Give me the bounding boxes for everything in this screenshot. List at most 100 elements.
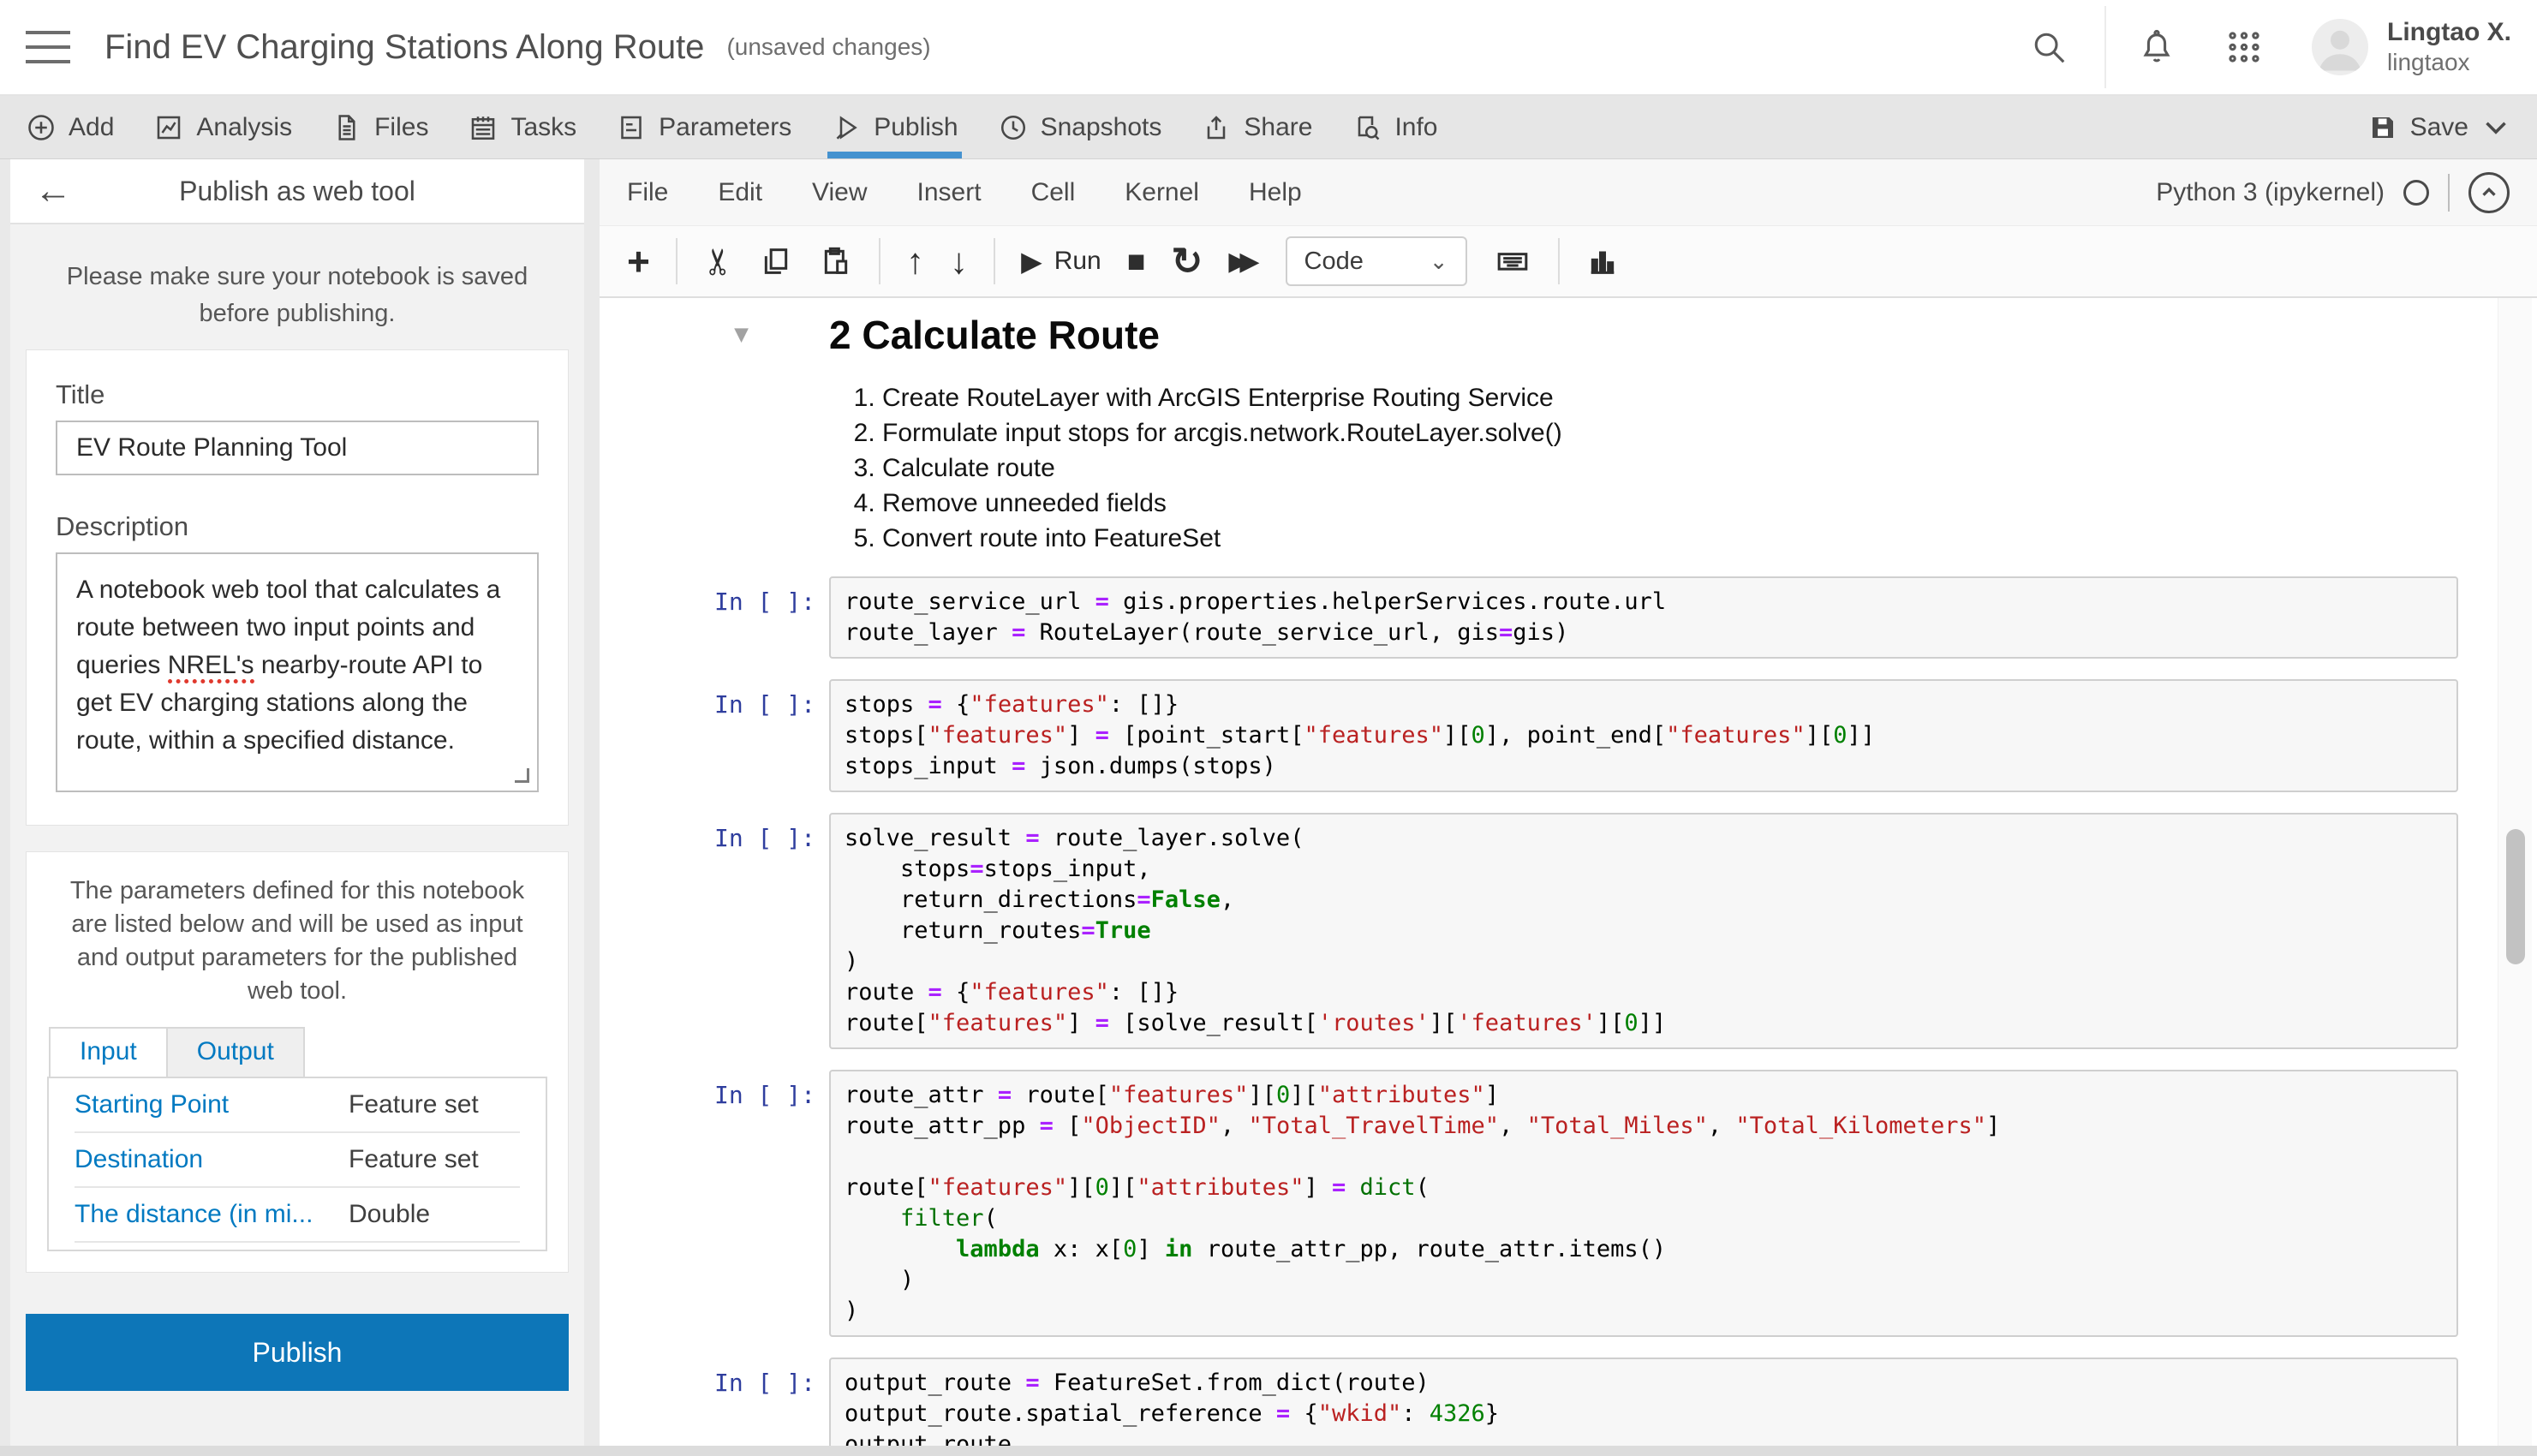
menu-view[interactable]: View — [812, 178, 867, 207]
parameters-table: Starting Point Feature set Destination F… — [47, 1077, 547, 1251]
code-cell[interactable]: In [ ]: solve_result = route_layer.solve(… — [600, 813, 2537, 1049]
scrollbar-thumb[interactable] — [2506, 829, 2525, 964]
toolbar-add-button[interactable]: Add — [26, 96, 114, 158]
run-button[interactable]: ▶ Run — [1021, 245, 1101, 277]
kernel-name: Python 3 (ipykernel) — [2156, 177, 2385, 206]
cell-type-dropdown[interactable]: Code ⌄ — [1285, 236, 1467, 286]
cell-prompt: ▼ — [600, 308, 829, 556]
notebook-toolbar: + ✂ ↑ ↓ ▶ Run ■ ↻ ▶▶ Code ⌄ — [600, 226, 2537, 298]
title-input[interactable]: EV Route Planning Tool — [56, 421, 539, 475]
misspelled-word: NREL's — [167, 651, 254, 683]
command-palette-icon[interactable] — [1493, 244, 1532, 278]
code-cell[interactable]: In [ ]: output_route = FeatureSet.from_di… — [600, 1358, 2537, 1446]
publish-button[interactable]: Publish — [26, 1314, 569, 1391]
collapse-section-icon[interactable]: ▼ — [734, 319, 749, 348]
toolbar-files-button[interactable]: Files — [331, 96, 428, 158]
snapshots-icon — [1000, 115, 1025, 140]
list-item: Formulate input stops for arcgis.network… — [882, 415, 2458, 451]
move-up-icon[interactable]: ↑ — [906, 241, 924, 282]
chevron-down-icon — [2486, 121, 2506, 134]
app-header: Find EV Charging Stations Along Route (u… — [0, 0, 2537, 96]
files-icon — [338, 114, 355, 140]
stop-icon[interactable]: ■ — [1127, 243, 1146, 279]
parameters-note: The parameters defined for this notebook… — [69, 877, 525, 1005]
code-editor[interactable]: solve_result = route_layer.solve( stops=… — [829, 813, 2458, 1049]
kernel-divider — [2448, 173, 2450, 212]
header-divider — [2104, 6, 2106, 88]
tab-input[interactable]: Input — [49, 1027, 168, 1077]
share-icon — [1208, 115, 1226, 139]
code-editor[interactable]: route_attr = route["features"][0]["attri… — [829, 1070, 2458, 1337]
menu-insert[interactable]: Insert — [917, 178, 982, 207]
notebook-menubar: File Edit View Insert Cell Kernel Help P… — [600, 159, 2537, 226]
menu-edit[interactable]: Edit — [718, 178, 762, 207]
window-bottom-edge — [0, 1446, 2537, 1456]
menu-kernel[interactable]: Kernel — [1125, 178, 1199, 207]
back-button[interactable]: ← — [34, 172, 72, 210]
toolbar-analysis-button[interactable]: Analysis — [153, 96, 292, 158]
run-icon: ▶ — [1021, 246, 1042, 277]
parameter-row: The distance (in mi... Double — [75, 1188, 520, 1243]
toolbar-share-button[interactable]: Share — [1201, 96, 1312, 158]
code-cell[interactable]: In [ ]: route_service_url = gis.propertie… — [600, 576, 2537, 659]
code-cell[interactable]: In [ ]: route_attr = route["features"][0]… — [600, 1070, 2537, 1337]
open-tools-icon[interactable] — [1585, 244, 1620, 278]
notebook-document: ▼ 2 Calculate Route Create RouteLayer wi… — [600, 298, 2537, 1446]
toolbar-tasks-button[interactable]: Tasks — [468, 96, 576, 158]
parameter-name-link[interactable]: Destination — [75, 1145, 349, 1174]
move-down-icon[interactable]: ↓ — [950, 241, 968, 282]
list-item: Create RouteLayer with ArcGIS Enterprise… — [882, 380, 2458, 415]
code-editor[interactable]: output_route = FeatureSet.from_dict(rout… — [829, 1358, 2458, 1446]
avatar[interactable] — [2312, 19, 2368, 75]
title-label: Title — [56, 379, 105, 409]
toolbar-publish-button[interactable]: Publish — [827, 96, 963, 158]
cell-prompt: In [ ]: — [713, 690, 815, 719]
toolbar-parameters-button[interactable]: Parameters — [616, 96, 791, 158]
kernel-status-icon — [2403, 179, 2429, 206]
user-id: lingtaox — [2387, 49, 2470, 75]
list-item: Remove unneeded fields — [882, 486, 2458, 521]
parameter-row: Starting Point Feature set — [75, 1078, 520, 1133]
tab-output[interactable]: Output — [167, 1027, 305, 1077]
parameter-name-link[interactable]: The distance (in mi... — [75, 1200, 349, 1229]
parameter-type: Double — [349, 1200, 431, 1228]
notifications-icon[interactable] — [2137, 27, 2176, 67]
notebook-scrollbar[interactable] — [2498, 298, 2532, 1446]
collapse-header-icon[interactable] — [2468, 171, 2510, 213]
chevron-down-icon: ⌄ — [1429, 248, 1448, 274]
code-cell[interactable]: In [ ]: stops = {"features": []} stops["fe… — [600, 679, 2537, 792]
save-reminder-note: Please make sure your notebook is saved … — [66, 263, 528, 327]
cut-icon[interactable]: ✂ — [697, 246, 739, 276]
toolbar-info-button[interactable]: Info — [1352, 96, 1438, 158]
analysis-icon — [158, 116, 181, 139]
parameter-name-link[interactable]: Starting Point — [75, 1090, 349, 1119]
menu-cell[interactable]: Cell — [1031, 178, 1076, 207]
add-icon — [28, 114, 54, 140]
restart-kernel-icon[interactable]: ↻ — [1171, 240, 1203, 283]
paste-icon[interactable] — [819, 244, 853, 278]
save-button[interactable]: Save — [2367, 112, 2511, 143]
add-cell-icon[interactable]: + — [627, 242, 650, 281]
notebook-editor: File Edit View Insert Cell Kernel Help P… — [600, 159, 2537, 1446]
menu-icon[interactable] — [26, 31, 70, 63]
toolbar-snapshots-button[interactable]: Snapshots — [998, 96, 1161, 158]
app-launcher-icon[interactable] — [2224, 27, 2264, 67]
restart-run-all-icon[interactable]: ▶▶ — [1228, 247, 1259, 277]
list-item: Calculate route — [882, 451, 2458, 486]
save-icon — [2372, 116, 2393, 138]
description-input[interactable]: A notebook web tool that calculates a ro… — [56, 552, 539, 792]
unsaved-changes-label: (unsaved changes) — [726, 33, 931, 60]
section-steps-list: Create RouteLayer with ArcGIS Enterprise… — [829, 380, 2458, 556]
search-icon[interactable] — [2029, 27, 2068, 67]
copy-icon[interactable] — [759, 244, 793, 278]
menu-help[interactable]: Help — [1249, 178, 1302, 207]
code-editor[interactable]: route_service_url = gis.properties.helpe… — [829, 576, 2458, 659]
parameters-card: The parameters defined for this notebook… — [26, 851, 569, 1273]
menu-file[interactable]: File — [627, 178, 668, 207]
parameter-type: Feature set — [349, 1145, 479, 1173]
resize-handle-icon[interactable] — [515, 768, 529, 783]
code-editor[interactable]: stops = {"features": []} stops["features"… — [829, 679, 2458, 792]
user-name: Lingtao X. — [2387, 18, 2511, 46]
markdown-cell[interactable]: ▼ 2 Calculate Route Create RouteLayer wi… — [600, 308, 2537, 556]
cell-prompt: In [ ]: — [713, 588, 815, 616]
